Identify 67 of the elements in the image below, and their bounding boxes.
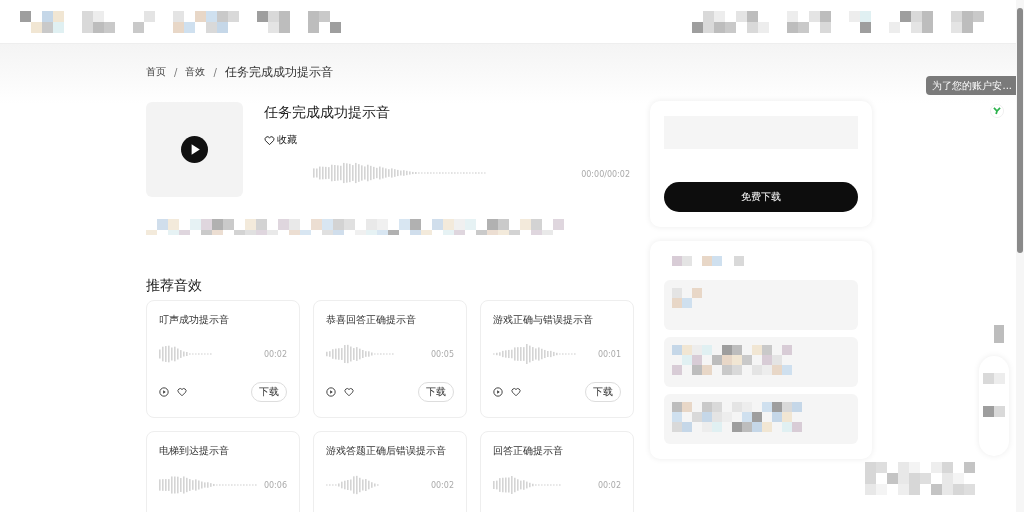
- duration-label: 00:02: [263, 349, 287, 359]
- sound-card[interactable]: 电梯到达提示音 00:06: [146, 431, 300, 512]
- sound-card[interactable]: 回答正确提示音 00:02: [480, 431, 634, 512]
- waveform[interactable]: [159, 344, 213, 364]
- pixelated-area: [257, 10, 290, 33]
- waveform[interactable]: [493, 344, 577, 364]
- card-title: 叮声成功提示音: [159, 313, 230, 327]
- sound-card[interactable]: 恭喜回答正确提示音 00:05 下载: [313, 300, 467, 418]
- download-button[interactable]: 下载: [585, 382, 621, 402]
- duration-label: 00:02: [597, 480, 621, 490]
- card-title: 游戏答题正确后错误提示音: [326, 444, 447, 458]
- pixelated-area: [672, 256, 722, 266]
- pixelated-area: [173, 10, 239, 33]
- tooltip: 为了您的账户安...: [926, 76, 1016, 95]
- play-icon[interactable]: [326, 387, 336, 397]
- list-panel[interactable]: [664, 394, 858, 444]
- heart-icon[interactable]: [177, 387, 187, 397]
- pixelated-area: [672, 288, 702, 308]
- download-button[interactable]: 免费下载: [664, 182, 858, 212]
- time-label: 00:00/00:02: [581, 170, 630, 179]
- breadcrumb-separator: /: [174, 66, 178, 78]
- pixelated-area: [20, 10, 64, 33]
- download-button[interactable]: 下载: [418, 382, 454, 402]
- waveform[interactable]: [326, 475, 380, 495]
- duration-label: 00:02: [430, 480, 454, 490]
- pixelated-area: [951, 10, 984, 33]
- list-panel[interactable]: [664, 337, 858, 387]
- section-heading: 推荐音效: [146, 277, 203, 295]
- sound-card[interactable]: 游戏答题正确后错误提示音 00:02: [313, 431, 467, 512]
- pixelated-area: [82, 10, 115, 33]
- download-button[interactable]: 下载: [251, 382, 287, 402]
- card-title: 电梯到达提示音: [159, 444, 230, 458]
- breadcrumb-separator: /: [213, 66, 217, 78]
- sound-title: 任务完成成功提示音: [264, 104, 391, 122]
- card-title: 恭喜回答正确提示音: [326, 313, 417, 327]
- waveform[interactable]: [493, 475, 562, 495]
- pixelated-area: [889, 10, 933, 33]
- list-panel[interactable]: [664, 280, 858, 330]
- breadcrumb-current: 任务完成成功提示音: [224, 63, 333, 81]
- play-icon[interactable]: [493, 387, 503, 397]
- pixelated-area: [983, 406, 1005, 417]
- scrollbar-thumb[interactable]: [1017, 8, 1023, 253]
- favorite-button[interactable]: 收藏: [264, 133, 297, 147]
- pixelated-area: [994, 325, 1004, 343]
- duration-label: 00:05: [430, 349, 454, 359]
- pixelated-area: [849, 10, 871, 33]
- duration-label: 00:06: [263, 480, 287, 490]
- pixelated-area: [983, 373, 1005, 384]
- sound-card[interactable]: 游戏正确与错误提示音 00:01 下载: [480, 300, 634, 418]
- heart-icon[interactable]: [264, 134, 275, 146]
- waveform[interactable]: [326, 344, 395, 364]
- waveform[interactable]: [159, 475, 258, 495]
- play-icon[interactable]: [181, 136, 208, 163]
- pixelated-area: [133, 10, 155, 33]
- sound-card[interactable]: 叮声成功提示音 00:02 下载: [146, 300, 300, 418]
- play-icon[interactable]: [159, 387, 169, 397]
- heart-icon[interactable]: [511, 387, 521, 397]
- pixelated-area: [308, 10, 341, 33]
- heart-icon[interactable]: [344, 387, 354, 397]
- pixelated-area: [734, 256, 744, 266]
- card-title: 回答正确提示音: [493, 444, 564, 458]
- breadcrumb-link[interactable]: 首页: [146, 65, 166, 79]
- duration-label: 00:01: [597, 349, 621, 359]
- card-title: 游戏正确与错误提示音: [493, 313, 594, 327]
- pixelated-area: [787, 10, 831, 33]
- breadcrumb-link[interactable]: 音效: [185, 65, 206, 79]
- waveform[interactable]: [313, 161, 487, 184]
